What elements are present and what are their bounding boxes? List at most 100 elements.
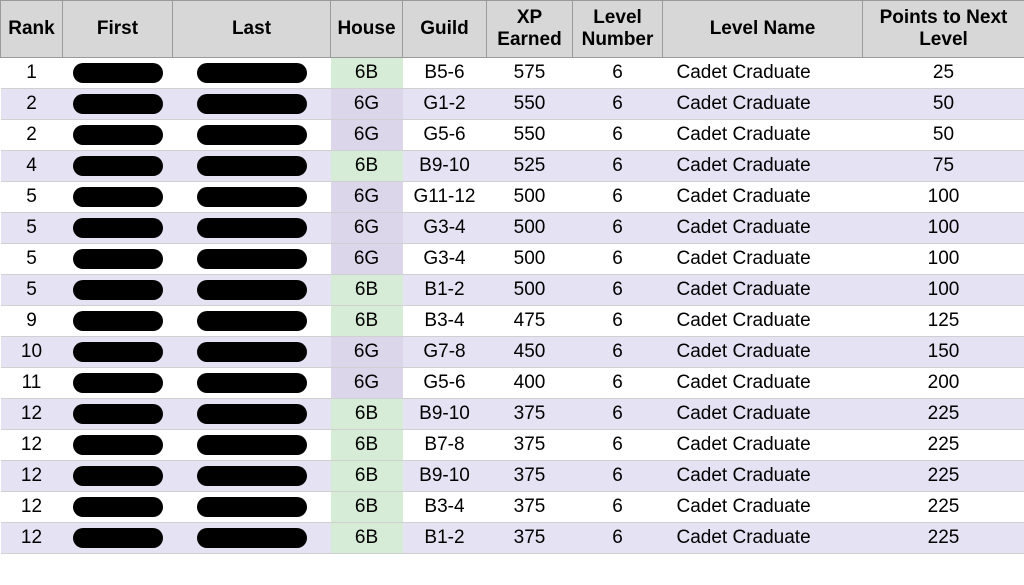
cell-guild: B3-4 [403,491,487,522]
redacted-last [197,342,307,362]
redacted-last [197,156,307,176]
header-first: First [63,1,173,58]
cell-house: 6B [331,274,403,305]
cell-guild: B5-6 [403,57,487,88]
cell-first [63,274,173,305]
redacted-last [197,218,307,238]
cell-xp: 375 [487,398,573,429]
redacted-first [73,311,163,331]
table-row: 126BB3-43756Cadet Craduate225 [1,491,1024,522]
cell-level-name: Cadet Craduate [663,212,863,243]
cell-guild: G5-6 [403,119,487,150]
cell-level-name: Cadet Craduate [663,88,863,119]
cell-last [173,460,331,491]
cell-level-name: Cadet Craduate [663,243,863,274]
cell-points-next: 100 [863,181,1024,212]
table-body: 16BB5-65756Cadet Craduate2526GG1-25506Ca… [1,57,1024,553]
cell-first [63,119,173,150]
table-row: 126BB9-103756Cadet Craduate225 [1,460,1024,491]
table-row: 106GG7-84506Cadet Craduate150 [1,336,1024,367]
cell-rank: 5 [1,212,63,243]
header-rank: Rank [1,1,63,58]
cell-guild: G5-6 [403,367,487,398]
redacted-first [73,94,163,114]
cell-first [63,305,173,336]
cell-xp: 375 [487,522,573,553]
table-row: 116GG5-64006Cadet Craduate200 [1,367,1024,398]
cell-level-num: 6 [573,305,663,336]
cell-level-num: 6 [573,336,663,367]
cell-first [63,367,173,398]
cell-house: 6G [331,88,403,119]
header-xp: XP Earned [487,1,573,58]
cell-level-name: Cadet Craduate [663,336,863,367]
cell-rank: 12 [1,460,63,491]
header-last: Last [173,1,331,58]
cell-first [63,429,173,460]
redacted-last [197,497,307,517]
cell-house: 6B [331,57,403,88]
header-level-num: Level Number [573,1,663,58]
cell-rank: 5 [1,181,63,212]
cell-points-next: 225 [863,429,1024,460]
cell-rank: 1 [1,57,63,88]
cell-level-num: 6 [573,150,663,181]
cell-guild: G1-2 [403,88,487,119]
redacted-first [73,373,163,393]
redacted-first [73,125,163,145]
cell-level-num: 6 [573,460,663,491]
cell-rank: 12 [1,491,63,522]
cell-rank: 11 [1,367,63,398]
cell-points-next: 225 [863,398,1024,429]
cell-last [173,522,331,553]
cell-rank: 12 [1,522,63,553]
cell-last [173,88,331,119]
cell-first [63,460,173,491]
redacted-first [73,404,163,424]
redacted-last [197,435,307,455]
cell-last [173,243,331,274]
redacted-last [197,63,307,83]
cell-level-num: 6 [573,398,663,429]
cell-rank: 10 [1,336,63,367]
cell-last [173,150,331,181]
cell-points-next: 100 [863,212,1024,243]
redacted-last [197,466,307,486]
cell-level-num: 6 [573,119,663,150]
cell-level-name: Cadet Craduate [663,119,863,150]
table-row: 56GG11-125006Cadet Craduate100 [1,181,1024,212]
cell-xp: 400 [487,367,573,398]
cell-level-num: 6 [573,429,663,460]
table-row: 126BB9-103756Cadet Craduate225 [1,398,1024,429]
redacted-last [197,528,307,548]
cell-level-num: 6 [573,212,663,243]
cell-rank: 5 [1,243,63,274]
table-row: 56BB1-25006Cadet Craduate100 [1,274,1024,305]
table-row: 46BB9-105256Cadet Craduate75 [1,150,1024,181]
redacted-last [197,280,307,300]
cell-last [173,491,331,522]
table-row: 26GG5-65506Cadet Craduate50 [1,119,1024,150]
cell-level-num: 6 [573,181,663,212]
cell-first [63,57,173,88]
cell-level-name: Cadet Craduate [663,491,863,522]
cell-level-num: 6 [573,88,663,119]
cell-house: 6B [331,305,403,336]
cell-level-name: Cadet Craduate [663,367,863,398]
cell-first [63,398,173,429]
cell-house: 6G [331,367,403,398]
cell-guild: G3-4 [403,212,487,243]
cell-guild: G7-8 [403,336,487,367]
cell-level-name: Cadet Craduate [663,150,863,181]
cell-xp: 500 [487,212,573,243]
cell-house: 6B [331,460,403,491]
cell-last [173,212,331,243]
cell-level-num: 6 [573,491,663,522]
cell-first [63,150,173,181]
redacted-first [73,342,163,362]
cell-house: 6B [331,398,403,429]
redacted-first [73,466,163,486]
cell-guild: B9-10 [403,398,487,429]
cell-level-name: Cadet Craduate [663,522,863,553]
cell-points-next: 25 [863,57,1024,88]
